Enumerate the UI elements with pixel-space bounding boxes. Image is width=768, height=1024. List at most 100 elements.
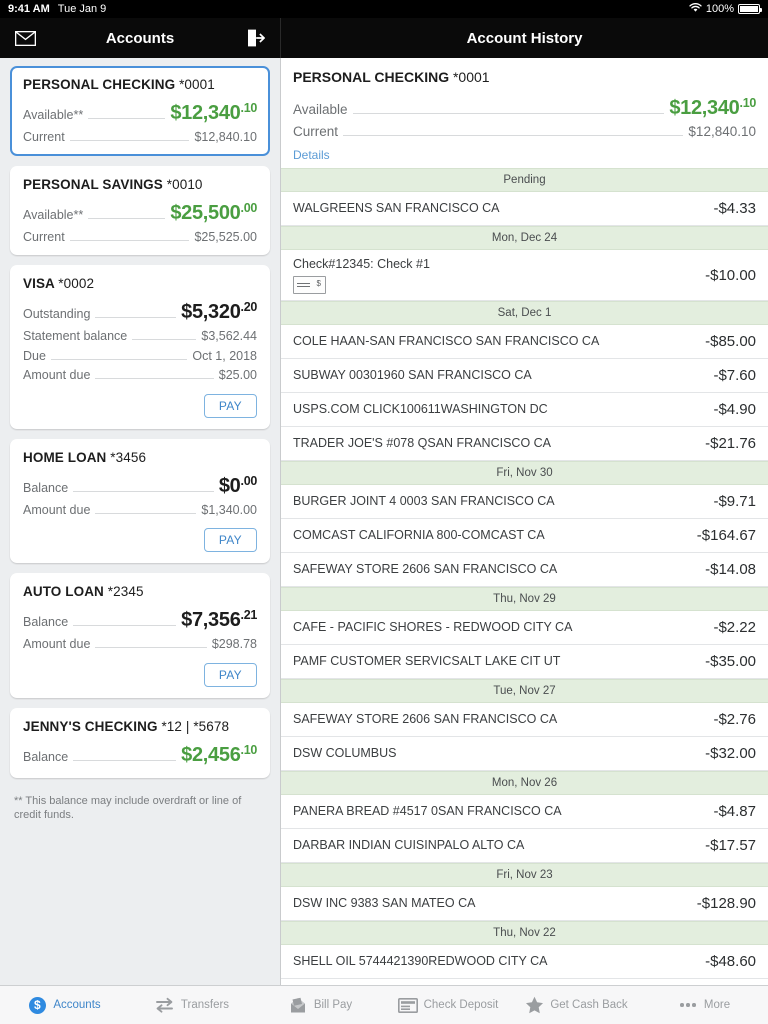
ellipsis-icon <box>678 995 698 1015</box>
account-detail-row: Current$12,840.10 <box>23 130 257 145</box>
account-card-number: *3456 <box>110 450 146 465</box>
leader-line <box>88 218 165 219</box>
mail-icon[interactable] <box>14 27 36 49</box>
transaction-row[interactable]: DSW INC 9383 SAN MATEO CA-$128.90 <box>281 887 768 921</box>
transaction-description: PANERA BREAD #4517 0SAN FRANCISCO CA <box>293 804 562 818</box>
transaction-row[interactable]: BURGER JOINT 4 0003 SAN FRANCISCO CA-$9.… <box>281 485 768 519</box>
account-card[interactable]: HOME LOAN *3456Balance$0.00Amount due$1,… <box>10 439 270 564</box>
account-card-number: *0002 <box>58 276 94 291</box>
account-detail-row: Balance$0.00 <box>23 474 257 498</box>
account-card[interactable]: PERSONAL SAVINGS *0010 Available**$25,500… <box>10 166 270 256</box>
leader-line <box>95 378 213 379</box>
transaction-amount: -$35.00 <box>695 653 756 670</box>
transaction-date-header: Mon, Nov 26 <box>281 771 768 795</box>
tab-accounts[interactable]: $Accounts <box>0 995 128 1015</box>
account-card-title: PERSONAL SAVINGS *0010 <box>23 177 257 192</box>
transaction-row[interactable]: DSW COLUMBUS-$32.00 <box>281 737 768 771</box>
transaction-left: DARBAR INDIAN CUISINPALO ALTO CA <box>293 838 524 852</box>
sign-out-icon[interactable] <box>244 27 266 49</box>
tab-more[interactable]: More <box>640 995 768 1015</box>
row-value: $5,320.20 <box>181 300 257 324</box>
row-value: $7,356.21 <box>181 608 257 632</box>
accounts-sidebar[interactable]: PERSONAL CHECKING *0001Available**$12,34… <box>0 58 281 985</box>
dollar-circle-icon: $ <box>27 995 47 1015</box>
transaction-row[interactable]: WALGREENS SAN FRANCISCO CA-$4.33 <box>281 192 768 226</box>
account-card[interactable]: VISA *0002Outstanding$5,320.20Statement … <box>10 265 270 429</box>
tab-check-deposit[interactable]: Check Deposit <box>384 995 512 1015</box>
detail-account-number: *0001 <box>453 69 490 85</box>
tab-transfers[interactable]: Transfers <box>128 995 256 1015</box>
row-value-main: $12,840.10 <box>194 130 257 144</box>
transaction-row[interactable]: DARBAR INDIAN CUISINPALO ALTO CA-$17.57 <box>281 829 768 863</box>
leader-line <box>73 760 176 761</box>
pay-button[interactable]: PAY <box>204 663 257 687</box>
check-card-icon <box>398 995 418 1015</box>
row-value-cents: .20 <box>241 300 257 314</box>
nav-right: Account History <box>281 18 768 58</box>
account-card[interactable]: JENNY'S CHECKING *12 | *5678Balance$2,45… <box>10 708 270 778</box>
transaction-left: SUBWAY 00301960 SAN FRANCISCO CA <box>293 368 532 382</box>
transaction-amount: -$21.76 <box>695 435 756 452</box>
detail-title: Account History <box>467 30 583 47</box>
transaction-left: TRADER JOE'S #078 QSAN FRANCISCO CA <box>293 436 551 450</box>
leader-line <box>51 359 187 360</box>
app-root: 9:41 AM Tue Jan 9 100% Accounts Account … <box>0 0 768 1024</box>
transaction-row[interactable]: USPS.COM CLICK100611WASHINGTON DC-$4.90 <box>281 393 768 427</box>
transaction-list[interactable]: PendingWALGREENS SAN FRANCISCO CA-$4.33M… <box>281 168 768 986</box>
account-card-name: HOME LOAN <box>23 450 106 465</box>
transaction-left: DSW INC 9383 SAN MATEO CA <box>293 896 475 910</box>
bottom-tab-bar[interactable]: $Accounts Transfers Bill Pay Check Deposit G… <box>0 985 768 1024</box>
row-value-main: $1,340.00 <box>201 503 257 517</box>
leader-line <box>70 240 190 241</box>
transaction-date-header: Tue, Nov 27 <box>281 679 768 703</box>
check-image-icon[interactable] <box>293 276 326 294</box>
account-card-number: *12 | *5678 <box>161 719 229 734</box>
row-value: $0.00 <box>219 474 257 498</box>
transaction-row[interactable]: COMCAST CALIFORNIA 800-COMCAST CA-$164.6… <box>281 519 768 553</box>
transaction-row[interactable]: PANERA BREAD #4517 0SAN FRANCISCO CA-$4.… <box>281 795 768 829</box>
account-card[interactable]: PERSONAL CHECKING *0001Available**$12,34… <box>10 66 270 156</box>
transaction-row[interactable]: COLE HAAN-SAN FRANCISCO SAN FRANCISCO CA… <box>281 325 768 359</box>
transaction-left: Check#12345: Check #1 <box>293 257 430 294</box>
transaction-amount: -$14.08 <box>695 561 756 578</box>
transaction-description: CAFE - PACIFIC SHORES - REDWOOD CITY CA <box>293 620 572 634</box>
transaction-row[interactable]: PAMF CUSTOMER SERVICSALT LAKE CIT UT-$35… <box>281 645 768 679</box>
tab-label: Transfers <box>181 999 229 1011</box>
pay-button-wrap: PAY <box>23 394 257 418</box>
account-summary-header: PERSONAL CHECKING *0001 Available $12,34… <box>281 58 768 168</box>
available-row: Available $12,340.10 <box>293 96 756 120</box>
row-value: $2,456.10 <box>181 743 257 767</box>
transaction-description: WALGREENS SAN FRANCISCO CA <box>293 201 500 215</box>
transaction-row[interactable]: CAFE - PACIFIC SHORES - REDWOOD CITY CA -… <box>281 611 768 645</box>
account-detail-row: DueOct 1, 2018 <box>23 349 257 364</box>
tab-label: Check Deposit <box>424 999 499 1011</box>
account-card-title: HOME LOAN *3456 <box>23 450 257 465</box>
account-detail-row: Available**$25,500.00 <box>23 201 257 225</box>
account-detail-row: Amount due$25.00 <box>23 368 257 383</box>
pay-button[interactable]: PAY <box>204 394 257 418</box>
status-bar: 9:41 AM Tue Jan 9 100% <box>0 0 768 18</box>
tab-get-cash-back[interactable]: Get Cash Back <box>512 995 640 1015</box>
details-link[interactable]: Details <box>293 148 330 162</box>
row-value-main: $5,320 <box>181 301 240 323</box>
pay-button[interactable]: PAY <box>204 528 257 552</box>
account-detail-row: Amount due$298.78 <box>23 637 257 652</box>
transaction-amount: -$2.22 <box>703 619 756 636</box>
account-card[interactable]: AUTO LOAN *2345Balance$7,356.21Amount du… <box>10 573 270 698</box>
account-detail-row: Available**$12,340.10 <box>23 101 257 125</box>
transaction-row[interactable]: SHELL OIL 5744421390REDWOOD CITY CA-$48.… <box>281 945 768 979</box>
transaction-row[interactable]: SAFEWAY STORE 2606 SAN FRANCISCO CA-$14.… <box>281 553 768 587</box>
transaction-row[interactable]: SUBWAY 00301960 SAN FRANCISCO CA-$7.60 <box>281 359 768 393</box>
transaction-amount: -$48.60 <box>695 953 756 970</box>
tab-bill-pay[interactable]: Bill Pay <box>256 995 384 1015</box>
available-label: Available <box>293 102 348 117</box>
transaction-row[interactable]: TRADER JOE'S #078 QSAN FRANCISCO CA -$21.… <box>281 427 768 461</box>
transaction-left: COMCAST CALIFORNIA 800-COMCAST CA <box>293 528 545 542</box>
transaction-row[interactable]: Check#12345: Check #1-$10.00 <box>281 250 768 301</box>
transaction-left: DSW COLUMBUS <box>293 746 396 760</box>
envelope-letter-icon <box>288 995 308 1015</box>
row-value-main: $25.00 <box>219 368 257 382</box>
row-value-cents: .21 <box>241 608 257 622</box>
transaction-row[interactable]: SAFEWAY STORE 2606 SAN FRANCISCO CA-$2.7… <box>281 703 768 737</box>
row-label: Current <box>23 230 65 244</box>
